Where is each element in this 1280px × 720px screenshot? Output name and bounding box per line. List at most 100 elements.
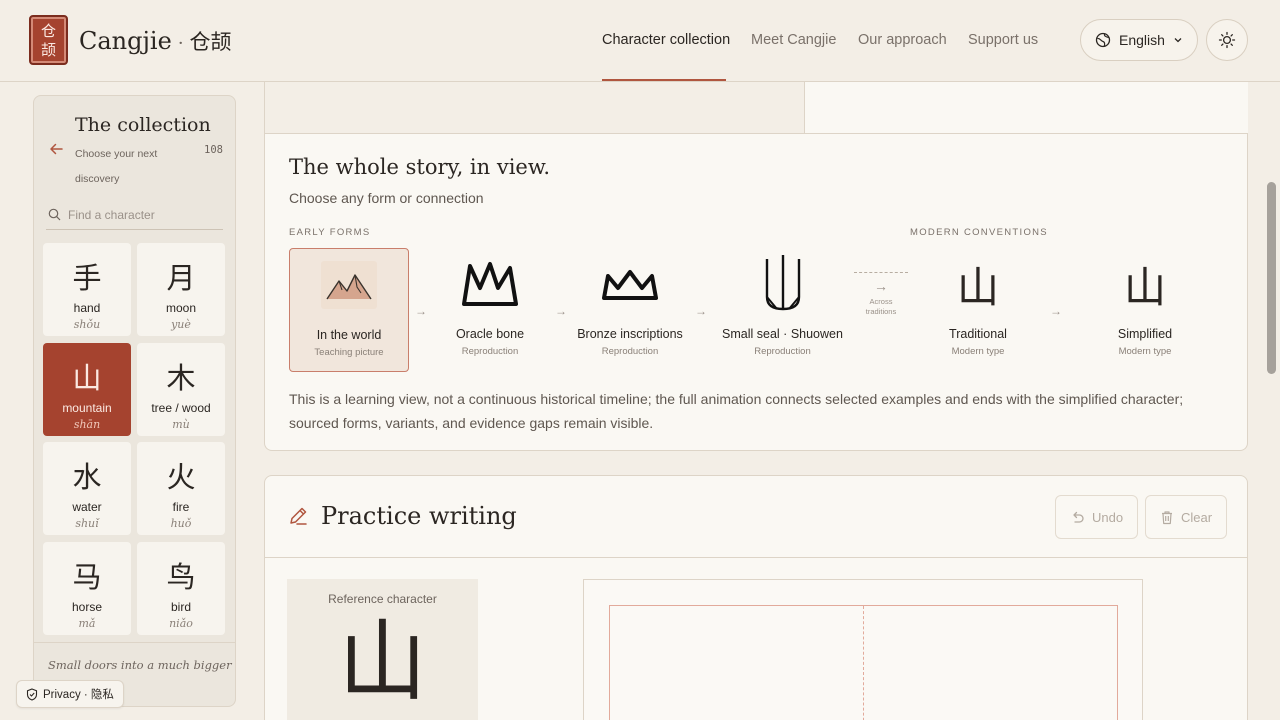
- across-traditions-label: Across traditions: [865, 297, 897, 316]
- media-strip-right: [805, 82, 1248, 134]
- card-meaning: horse: [71, 600, 103, 614]
- privacy-button[interactable]: Privacy · 隐私: [16, 680, 124, 708]
- sidebar-subtitle: Choose your next discovery: [75, 148, 158, 185]
- arrow-left-icon[interactable]: [48, 142, 64, 156]
- logo-char-1: 仓: [40, 22, 56, 40]
- brand-logo[interactable]: 仓 颉: [29, 15, 68, 65]
- arrow-right-icon: →: [874, 278, 888, 294]
- nav-item-meet-cangjie[interactable]: Meet Cangjie: [751, 32, 836, 48]
- form-subtitle: Reproduction: [461, 346, 519, 357]
- site-header: 仓 颉 Cangjie · 仓颉 Character collection Meet…: [0, 0, 1280, 82]
- logo-char-2: 颉: [40, 41, 56, 59]
- sun-icon: [1218, 31, 1236, 49]
- oracle-bone-glyph: [462, 262, 518, 306]
- character-card-fire[interactable]: 火 fire huǒ: [137, 442, 225, 535]
- card-character: 手: [72, 261, 102, 295]
- character-card-horse[interactable]: 马 horse mǎ: [43, 542, 131, 635]
- card-meaning: fire: [172, 500, 190, 514]
- form-title: Simplified: [1117, 327, 1173, 341]
- shield-icon: [26, 687, 38, 701]
- reference-character-card: Reference character 山: [287, 579, 478, 720]
- brand-latin: Cangjie: [79, 27, 172, 55]
- card-meaning: bird: [170, 600, 191, 614]
- brand-name[interactable]: Cangjie · 仓颉: [79, 26, 232, 56]
- undo-button[interactable]: Undo: [1055, 495, 1139, 539]
- nav-item-support-us[interactable]: Support us: [968, 32, 1038, 48]
- story-title: The whole story, in view.: [289, 155, 551, 179]
- language-label: English: [1119, 32, 1165, 48]
- story-panel: The whole story, in view. Choose any for…: [264, 82, 1248, 451]
- simplified-character: 山: [1123, 262, 1166, 312]
- card-character: 山: [72, 361, 102, 395]
- form-in-the-world[interactable]: In the world Teaching picture: [289, 248, 409, 372]
- brand-han: 仓颉: [189, 30, 232, 54]
- form-bronze-inscriptions[interactable]: Bronze inscriptions Reproduction: [570, 248, 690, 372]
- story-subtitle: Choose any form or connection: [289, 190, 484, 206]
- character-card-tree[interactable]: 木 tree / wood mù: [137, 343, 225, 436]
- card-pinyin: shǒu: [73, 318, 101, 331]
- form-oracle-bone[interactable]: Oracle bone Reproduction: [430, 248, 550, 372]
- language-selector[interactable]: English: [1080, 19, 1198, 61]
- card-character: 木: [166, 361, 196, 395]
- card-meaning: tree / wood: [151, 401, 211, 415]
- character-card-water[interactable]: 水 water shuǐ: [43, 442, 131, 535]
- card-character: 火: [166, 460, 196, 494]
- early-forms-label: EARLY FORMS: [289, 227, 371, 238]
- mountain-picture-icon: [321, 261, 377, 309]
- form-small-seal[interactable]: Small seal · Shuowen Reproduction: [720, 248, 845, 372]
- card-character: 水: [72, 460, 102, 494]
- card-character: 鸟: [166, 560, 196, 594]
- form-title: Small seal · Shuowen: [722, 327, 843, 341]
- nav-item-our-approach[interactable]: Our approach: [858, 32, 947, 48]
- undo-icon: [1073, 511, 1084, 523]
- character-card-bird[interactable]: 鸟 bird niǎo: [137, 542, 225, 635]
- clear-button[interactable]: Clear: [1145, 495, 1228, 539]
- character-card-moon[interactable]: 月 moon yuè: [137, 243, 225, 336]
- card-character: 马: [72, 560, 102, 594]
- card-pinyin: mǎ: [78, 617, 96, 630]
- page-scrollbar[interactable]: [1266, 82, 1277, 720]
- arrow-right-icon: →: [415, 304, 427, 318]
- form-subtitle: Modern type: [951, 346, 1005, 357]
- form-simplified[interactable]: 山 Simplified Modern type: [1085, 248, 1205, 372]
- clear-label: Clear: [1181, 509, 1213, 525]
- form-title: Oracle bone: [455, 327, 525, 341]
- modern-conventions-label: MODERN CONVENTIONS: [910, 227, 1048, 238]
- practice-title: Practice writing: [321, 502, 517, 530]
- story-note: This is a learning view, not a continuou…: [289, 391, 1184, 431]
- nav-item-character-collection[interactable]: Character collection: [602, 32, 730, 48]
- practice-panel: Practice writing Undo Clear Reference ch…: [264, 475, 1248, 720]
- form-title: In the world: [316, 328, 382, 342]
- character-card-hand[interactable]: 手 hand shǒu: [43, 243, 131, 336]
- arrow-right-icon: →: [695, 304, 707, 318]
- pencil-icon: [290, 507, 307, 525]
- reference-character: 山: [338, 610, 427, 713]
- practice-header: Practice writing Undo Clear: [265, 476, 1247, 558]
- writing-canvas[interactable]: [583, 579, 1143, 720]
- form-title: Traditional: [949, 327, 1007, 341]
- sidebar-footer-text: Small doors into a much bigger: [48, 658, 232, 672]
- globe-icon: [1095, 32, 1111, 48]
- undo-label: Undo: [1092, 509, 1124, 525]
- card-pinyin: shān: [73, 418, 101, 431]
- grid-center-guide: [863, 606, 864, 720]
- privacy-label: Privacy · 隐私: [43, 689, 114, 701]
- search-icon: [48, 208, 61, 221]
- search-placeholder: Find a character: [68, 207, 155, 222]
- form-traditional[interactable]: 山 Traditional Modern type: [918, 248, 1038, 372]
- card-pinyin: huǒ: [170, 517, 192, 530]
- writing-grid: [609, 605, 1118, 720]
- character-card-mountain[interactable]: 山 mountain shān: [43, 343, 131, 436]
- reference-label: Reference character: [328, 592, 437, 606]
- character-search-input[interactable]: Find a character: [46, 200, 223, 230]
- form-title: Bronze inscriptions: [577, 327, 683, 341]
- collection-count: 108: [204, 144, 223, 156]
- card-pinyin: shuǐ: [75, 517, 99, 530]
- brand-separator: ·: [177, 33, 184, 54]
- theme-toggle-button[interactable]: [1206, 19, 1248, 61]
- across-traditions-connector[interactable]: → Across traditions: [854, 272, 908, 317]
- form-subtitle: Modern type: [1118, 346, 1172, 357]
- traditional-character: 山: [956, 262, 999, 312]
- scrollbar-thumb[interactable]: [1267, 182, 1276, 374]
- form-subtitle: Reproduction: [601, 346, 659, 357]
